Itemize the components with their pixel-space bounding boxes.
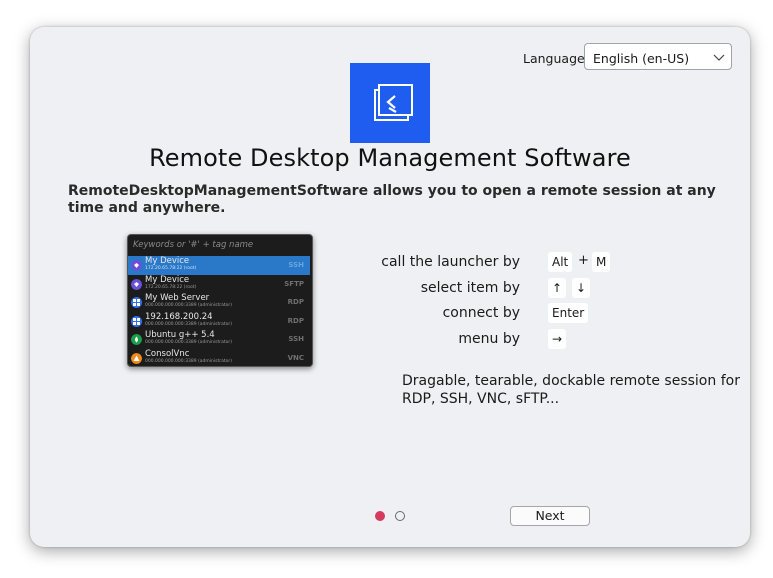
launcher-search-input: Keywords or '#' + tag name (133, 240, 254, 250)
language-label: Language: (523, 51, 589, 66)
launcher-item-name: My Device (145, 274, 190, 285)
app-logo (350, 63, 430, 143)
launcher-item-protocol: SSH (288, 335, 304, 343)
launcher-item-protocol: VNC (287, 353, 304, 362)
launcher-list: My Device 172.20.65.78:22 (root) SSH My … (128, 256, 310, 367)
launcher-item-address: 172.20.65.78:22 (root) (145, 284, 197, 290)
app-title: Remote Desktop Management Software (149, 144, 631, 172)
chevron-down-icon (713, 54, 725, 61)
windows-icon (131, 297, 142, 308)
shortcut-row: call the launcher by Alt + M (330, 252, 630, 272)
remote-desktop-logo-icon (374, 84, 413, 121)
key-separator: + (578, 253, 589, 268)
shortcut-row: select item by ↑ ↓ (330, 278, 630, 298)
list-item: My Device 172.20.65.78:22 (root) SFTP (128, 275, 310, 294)
launcher-item-protocol: SSH (288, 261, 304, 269)
launcher-item-address: 000.000.000.000:3389 (administrator) (145, 321, 232, 327)
list-item: Ubuntu g++ 5.4 000.000.000.000:3389 (adm… (128, 330, 310, 349)
key-badge: ↓ (572, 278, 591, 298)
launcher-item-address: 000.000.000.000:3389 (administrator) (145, 303, 232, 308)
launcher-item-name: ConsolVnc (145, 348, 190, 359)
page-dot-active[interactable] (375, 511, 385, 521)
launcher-item-name: My Web Server (145, 293, 210, 303)
ssh-icon (131, 260, 142, 271)
language-selected-value: English (en-US) (593, 51, 690, 66)
launcher-preview: Keywords or '#' + tag name My Device 172… (127, 234, 313, 367)
launcher-item-name: Ubuntu g++ 5.4 (145, 330, 215, 340)
welcome-window: Language: English (en-US) Remote Desktop… (30, 27, 750, 547)
shortcut-label: menu by (458, 331, 520, 347)
key-badge: Alt (548, 252, 573, 272)
shortcut-label: connect by (442, 305, 520, 321)
vnc-icon (131, 352, 142, 364)
key-badge: Enter (548, 303, 589, 323)
launcher-item-protocol: RDP (287, 298, 304, 306)
key-badge: → (548, 329, 567, 349)
launcher-item-name: 192.168.200.24 (145, 311, 213, 322)
key-badge: ↑ (548, 278, 567, 298)
next-button[interactable]: Next (510, 506, 590, 526)
launcher-item-address: 000.000.000.000:3389 (administrator) (145, 340, 232, 345)
launcher-item-protocol: SFTP (284, 279, 304, 288)
sftp-icon (131, 278, 142, 290)
key-badge: M (592, 252, 611, 272)
launcher-item-name: My Device (145, 256, 190, 266)
shortcut-label: select item by (420, 280, 520, 296)
launcher-item-protocol: RDP (287, 316, 304, 325)
launcher-item-address: 172.20.65.78:22 (root) (145, 266, 197, 271)
app-description: RemoteDesktopManagementSoftware allows y… (68, 183, 716, 216)
feature-description: Dragable, tearable, dockable remote sess… (402, 373, 740, 407)
list-item: 192.168.200.24 000.000.000.000:3389 (adm… (128, 312, 310, 331)
windows-icon (131, 315, 142, 327)
shortcut-row: connect by Enter (330, 303, 630, 323)
shortcut-label: call the launcher by (381, 254, 520, 270)
launcher-item-address: 000.000.000.000:3389 (administrator) (145, 358, 232, 364)
list-item: My Web Server 000.000.000.000:3389 (admi… (128, 293, 310, 312)
ubuntu-icon (131, 334, 142, 345)
list-item: My Device 172.20.65.78:22 (root) SSH (128, 256, 310, 275)
list-item: ConsolVnc 000.000.000.000:3389 (administ… (128, 348, 310, 367)
shortcut-row: menu by → (330, 329, 630, 349)
language-select[interactable]: English (en-US) (584, 43, 732, 70)
page-dot-inactive[interactable] (395, 511, 405, 521)
